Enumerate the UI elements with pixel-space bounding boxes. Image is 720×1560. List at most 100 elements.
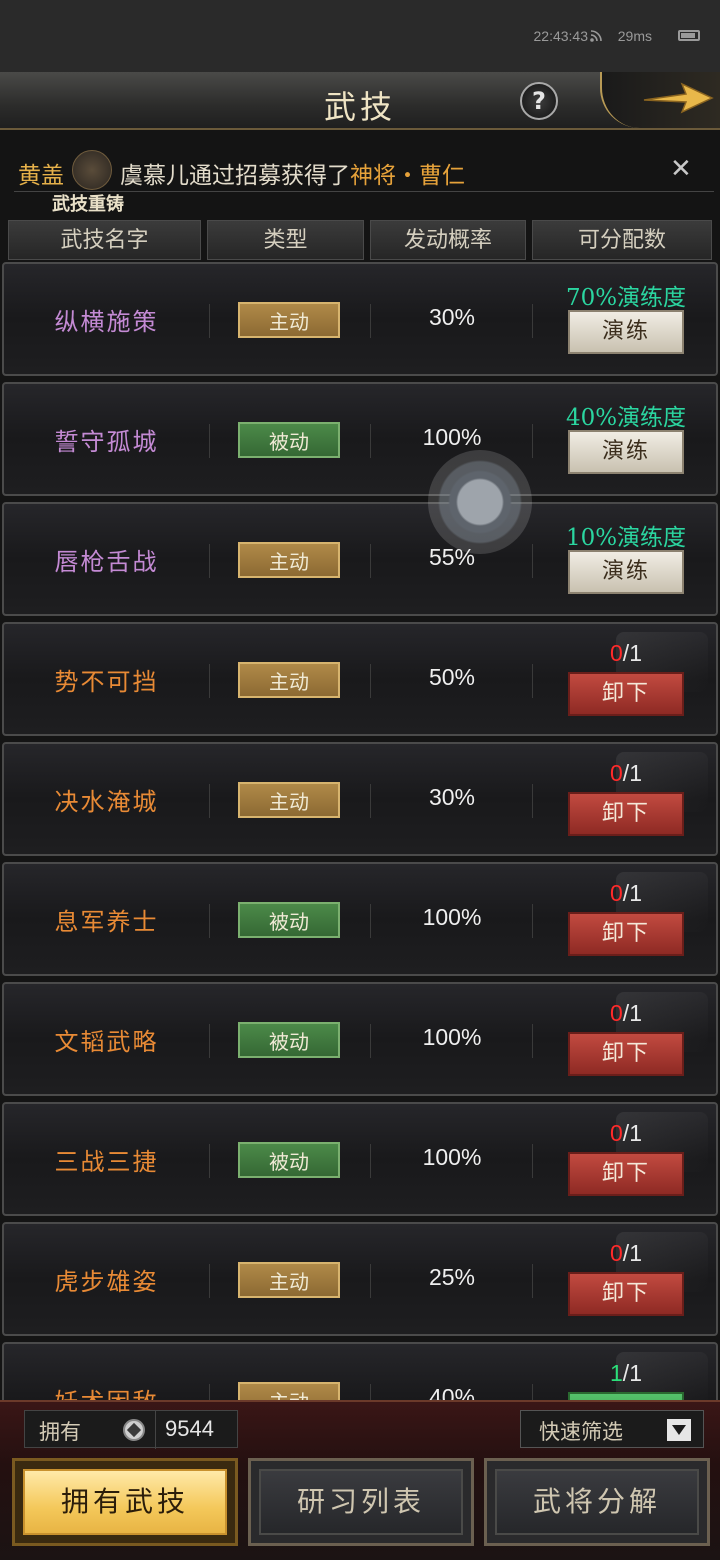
help-button[interactable]: ? — [520, 82, 558, 120]
unload-button[interactable]: 卸下 — [568, 912, 684, 956]
divider — [209, 544, 210, 578]
slot-count: 0/1 — [534, 760, 718, 787]
skill-row[interactable]: 纵横施策 主动 30% 70%演练度 演练 — [2, 262, 718, 376]
slot-count: 1/1 — [534, 1360, 718, 1387]
slot-total: 1 — [629, 640, 642, 666]
skill-name: 三战三捷 — [54, 1148, 159, 1176]
column-header-name: 武技名字 — [8, 220, 201, 260]
trigger-rate: 55% — [428, 544, 476, 570]
skill-type-badge: 被动 — [238, 1142, 340, 1178]
skill-row[interactable]: 三战三捷 被动 100% 0/1 卸下 — [2, 1102, 718, 1216]
tab-study-list[interactable]: 研习列表 — [248, 1458, 474, 1546]
divider — [532, 784, 533, 818]
proficiency-text: 40%演练度 — [565, 405, 687, 431]
divider — [209, 1024, 210, 1058]
skill-name: 虎步雄姿 — [54, 1268, 159, 1296]
column-header-type: 类型 — [207, 220, 364, 260]
slot-total: 1 — [629, 760, 642, 786]
currency-icon — [123, 1419, 145, 1441]
train-button[interactable]: 演练 — [568, 310, 684, 354]
skill-type-badge: 主动 — [238, 302, 340, 338]
divider — [209, 1264, 210, 1298]
skill-row[interactable]: 唇枪舌战 主动 55% 10%演练度 演练 — [2, 502, 718, 616]
proficiency-text: 70%演练度 — [565, 285, 687, 311]
divider — [209, 1144, 210, 1178]
chevron-down-icon — [667, 1419, 691, 1441]
proficiency-text: 10%演练度 — [565, 525, 687, 551]
slot-used: 0 — [610, 760, 623, 786]
skill-row[interactable]: 妖术困敌 主动 40% 1/1 — [2, 1342, 718, 1400]
back-button[interactable] — [600, 72, 720, 128]
slot-total: 1 — [629, 880, 642, 906]
skill-type-badge: 主动 — [238, 542, 340, 578]
skill-name: 誓守孤城 — [54, 428, 159, 456]
skill-name: 势不可挡 — [54, 668, 159, 696]
quick-filter-dropdown[interactable]: 快速筛选 — [520, 1410, 704, 1448]
divider — [532, 1384, 533, 1400]
divider — [532, 664, 533, 698]
unload-button[interactable]: 卸下 — [568, 1152, 684, 1196]
unload-button[interactable] — [568, 1392, 684, 1400]
divider — [370, 304, 371, 338]
quick-filter-label: 快速筛选 — [539, 1420, 623, 1444]
skill-row[interactable]: 息军养士 被动 100% 0/1 卸下 — [2, 862, 718, 976]
divider — [370, 544, 371, 578]
tab-label: 拥有武技 — [23, 1469, 227, 1535]
slot-total: 1 — [629, 1240, 642, 1266]
trigger-rate: 25% — [428, 1264, 476, 1290]
divider — [155, 1411, 156, 1449]
divider — [532, 304, 533, 338]
divider — [370, 904, 371, 938]
skill-recast-label[interactable]: 武技重铸 — [52, 190, 124, 216]
divider — [370, 1024, 371, 1058]
skill-list[interactable]: 纵横施策 主动 30% 70%演练度 演练 誓守孤城 被动 100% 40%演练度 演练 唇枪舌战主… — [0, 262, 720, 1400]
owned-value: 9544 — [165, 1416, 214, 1441]
slot-used: 0 — [610, 1120, 623, 1146]
battery-icon — [678, 30, 700, 41]
skill-name: 息军养士 — [54, 908, 159, 936]
divider — [370, 424, 371, 458]
slot-used: 0 — [610, 1000, 623, 1026]
slot-used: 0 — [610, 640, 623, 666]
train-button[interactable]: 演练 — [568, 550, 684, 594]
divider — [370, 664, 371, 698]
unload-button[interactable]: 卸下 — [568, 792, 684, 836]
divider — [370, 784, 371, 818]
divider — [532, 904, 533, 938]
trigger-rate: 40% — [428, 1384, 476, 1400]
slot-used: 0 — [610, 880, 623, 906]
skill-type-badge: 被动 — [238, 422, 340, 458]
slot-total: 1 — [629, 1000, 642, 1026]
skill-name: 文韬武略 — [54, 1028, 159, 1056]
train-button[interactable]: 演练 — [568, 430, 684, 474]
divider — [370, 1264, 371, 1298]
skill-row[interactable]: 誓守孤城 被动 100% 40%演练度 演练 — [2, 382, 718, 496]
unload-button[interactable]: 卸下 — [568, 1032, 684, 1076]
divider — [209, 1384, 210, 1400]
skill-row[interactable]: 虎步雄姿 主动 25% 0/1 卸下 — [2, 1222, 718, 1336]
ticker-message: 虞慕儿通过招募获得了神将・曹仁 — [120, 156, 465, 190]
divider — [209, 304, 210, 338]
tab-general-decompose[interactable]: 武将分解 — [484, 1458, 710, 1546]
ticker-text: 虞慕儿通过招募获得了 — [120, 163, 350, 189]
slot-count: 0/1 — [534, 1240, 718, 1267]
skill-row[interactable]: 势不可挡 主动 50% 0/1 卸下 — [2, 622, 718, 736]
skill-row[interactable]: 文韬武略 被动 100% 0/1 卸下 — [2, 982, 718, 1096]
divider — [532, 424, 533, 458]
close-icon[interactable]: ✕ — [670, 154, 692, 184]
skill-row[interactable]: 决水淹城 主动 30% 0/1 卸下 — [2, 742, 718, 856]
floating-joystick[interactable] — [428, 450, 532, 554]
slot-count: 0/1 — [534, 1120, 718, 1147]
unload-button[interactable]: 卸下 — [568, 1272, 684, 1316]
divider — [532, 1024, 533, 1058]
skill-name: 唇枪舌战 — [54, 548, 159, 576]
tab-owned-skills[interactable]: 拥有武技 — [12, 1458, 238, 1546]
unload-button[interactable]: 卸下 — [568, 672, 684, 716]
slot-used: 1 — [610, 1360, 623, 1386]
divider — [370, 1384, 371, 1400]
arrow-right-icon — [643, 82, 714, 114]
skill-type-badge: 主动 — [238, 1262, 340, 1298]
title-bar: 武技 ? — [0, 72, 720, 130]
clock: 22:43:43 — [533, 28, 589, 44]
ticker-prefix: 黄盖 — [18, 163, 64, 189]
